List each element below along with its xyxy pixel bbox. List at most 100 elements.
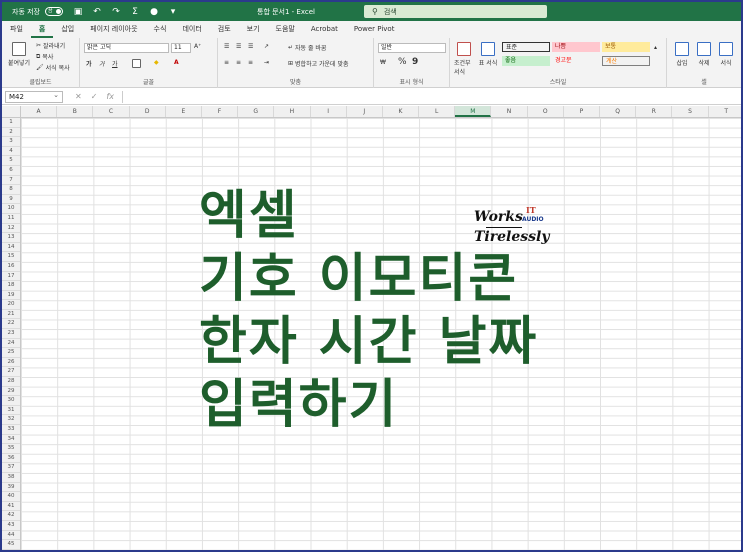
search-box[interactable]: ⚲ 검색 <box>364 5 547 18</box>
tab-formulas[interactable]: 수식 <box>146 21 175 38</box>
autosum-icon[interactable]: Σ <box>130 7 140 17</box>
autosave-toggle[interactable]: 끔 <box>45 7 63 16</box>
tab-acrobat[interactable]: Acrobat <box>303 21 346 38</box>
cut-button[interactable]: ✂ 잘라내기 <box>36 41 65 50</box>
row-header[interactable]: 13 <box>2 233 20 243</box>
row-header[interactable]: 36 <box>2 454 20 464</box>
currency-button[interactable]: ₩ <box>380 59 386 66</box>
font-name-select[interactable]: 맑은 고딕 <box>84 43 169 53</box>
tab-view[interactable]: 보기 <box>239 21 268 38</box>
row-header[interactable]: 45 <box>2 540 20 550</box>
row-header[interactable]: 43 <box>2 521 20 531</box>
row-header[interactable]: 6 <box>2 166 20 176</box>
column-header[interactable]: C <box>93 106 130 117</box>
row-header[interactable]: 37 <box>2 463 20 473</box>
formula-input[interactable] <box>121 90 735 103</box>
save-icon[interactable]: ▣ <box>73 7 83 17</box>
row-header[interactable]: 40 <box>2 492 20 502</box>
row-header[interactable]: 19 <box>2 291 20 301</box>
redo-icon[interactable]: ↷ <box>111 7 121 17</box>
row-header[interactable]: 30 <box>2 396 20 406</box>
copy-button[interactable]: ⧉ 복사 <box>36 52 53 62</box>
number-format-select[interactable]: 일반 <box>378 43 446 53</box>
underline-button[interactable]: 가 <box>112 59 118 68</box>
row-header[interactable]: 39 <box>2 483 20 493</box>
row-header[interactable]: 31 <box>2 406 20 416</box>
row-header[interactable]: 35 <box>2 444 20 454</box>
indent-button[interactable]: ⇥ <box>264 59 269 66</box>
row-header[interactable]: 25 <box>2 348 20 358</box>
column-header[interactable]: P <box>564 106 600 117</box>
column-header[interactable]: H <box>274 106 311 117</box>
row-header[interactable]: 1 <box>2 118 20 128</box>
row-header[interactable]: 32 <box>2 415 20 425</box>
column-header[interactable]: D <box>130 106 166 117</box>
row-header[interactable]: 42 <box>2 511 20 521</box>
table-format-button[interactable]: 표 서식 <box>478 42 498 67</box>
row-header[interactable]: 28 <box>2 377 20 387</box>
column-header[interactable]: S <box>672 106 709 117</box>
styles-scroll-icon[interactable]: ▴ <box>654 44 657 51</box>
column-header[interactable]: R <box>636 106 673 117</box>
font-size-select[interactable]: 11 <box>171 43 191 53</box>
italic-button[interactable]: 가 <box>99 59 105 68</box>
orientation-button[interactable]: ↗ <box>264 43 269 50</box>
insert-cells-button[interactable]: 삽입 <box>675 42 689 67</box>
merge-center-button[interactable]: ⊞ 병합하고 가운데 맞춤 <box>288 59 349 68</box>
format-painter-button[interactable]: 🖌 서식 복사 <box>36 63 70 72</box>
align-top-button[interactable]: ☰ <box>224 43 229 50</box>
conditional-format-button[interactable]: 조건부 서식 <box>454 42 474 76</box>
column-header[interactable]: B <box>57 106 94 117</box>
column-header[interactable]: J <box>347 106 383 117</box>
grow-font-button[interactable]: A⁺ <box>194 43 201 50</box>
row-header[interactable]: 4 <box>2 147 20 157</box>
row-header[interactable]: 5 <box>2 156 20 166</box>
row-header[interactable]: 9 <box>2 195 20 205</box>
name-box[interactable]: M42 <box>5 90 63 103</box>
select-all-corner[interactable] <box>2 106 21 118</box>
font-color-button[interactable]: A <box>174 59 179 66</box>
column-header[interactable]: G <box>238 106 275 117</box>
bold-button[interactable]: 가 <box>86 59 92 68</box>
row-header[interactable]: 15 <box>2 252 20 262</box>
format-cells-button[interactable]: 서식 <box>719 42 733 67</box>
cancel-icon[interactable]: ✕ <box>75 92 82 101</box>
column-header[interactable]: Q <box>600 106 637 117</box>
tab-review[interactable]: 검토 <box>210 21 239 38</box>
tab-data[interactable]: 데이터 <box>174 21 209 38</box>
row-header[interactable]: 8 <box>2 185 20 195</box>
row-header[interactable]: 3 <box>2 137 20 147</box>
style-warning[interactable]: 경고문 <box>552 56 600 66</box>
border-button[interactable] <box>132 59 141 68</box>
align-middle-button[interactable]: ☰ <box>236 43 241 50</box>
column-header[interactable]: L <box>419 106 456 117</box>
paste-button[interactable]: 붙여넣기 <box>8 42 30 67</box>
row-header[interactable]: 7 <box>2 176 20 186</box>
column-header[interactable]: A <box>21 106 58 117</box>
align-left-button[interactable]: ≡ <box>224 59 229 66</box>
record-icon[interactable]: ● <box>149 7 159 17</box>
row-header[interactable]: 22 <box>2 319 20 330</box>
column-header[interactable]: K <box>383 106 420 117</box>
style-neutral[interactable]: 보통 <box>602 42 650 52</box>
tab-home[interactable]: 홈 <box>30 21 54 38</box>
fill-color-button[interactable]: ◆ <box>154 59 159 66</box>
tab-page-layout[interactable]: 페이지 레이아웃 <box>82 21 145 38</box>
row-header[interactable]: 18 <box>2 281 20 291</box>
style-bad[interactable]: 나쁨 <box>552 42 600 52</box>
column-header[interactable]: I <box>311 106 347 117</box>
row-header[interactable]: 34 <box>2 435 20 445</box>
column-header[interactable]: O <box>528 106 564 117</box>
align-center-button[interactable]: ≡ <box>236 59 241 66</box>
row-header[interactable]: 38 <box>2 473 20 483</box>
column-header[interactable]: N <box>491 106 528 117</box>
confirm-icon[interactable]: ✓ <box>91 92 98 101</box>
style-normal[interactable]: 표준 <box>502 42 550 52</box>
row-header[interactable]: 12 <box>2 224 20 234</box>
row-header[interactable]: 14 <box>2 243 20 253</box>
row-header[interactable]: 24 <box>2 339 20 349</box>
align-right-button[interactable]: ≡ <box>248 59 253 66</box>
wrap-text-button[interactable]: ↵ 자동 줄 바꿈 <box>288 43 326 52</box>
row-header[interactable]: 33 <box>2 425 20 435</box>
customize-icon[interactable]: ▾ <box>168 7 178 17</box>
